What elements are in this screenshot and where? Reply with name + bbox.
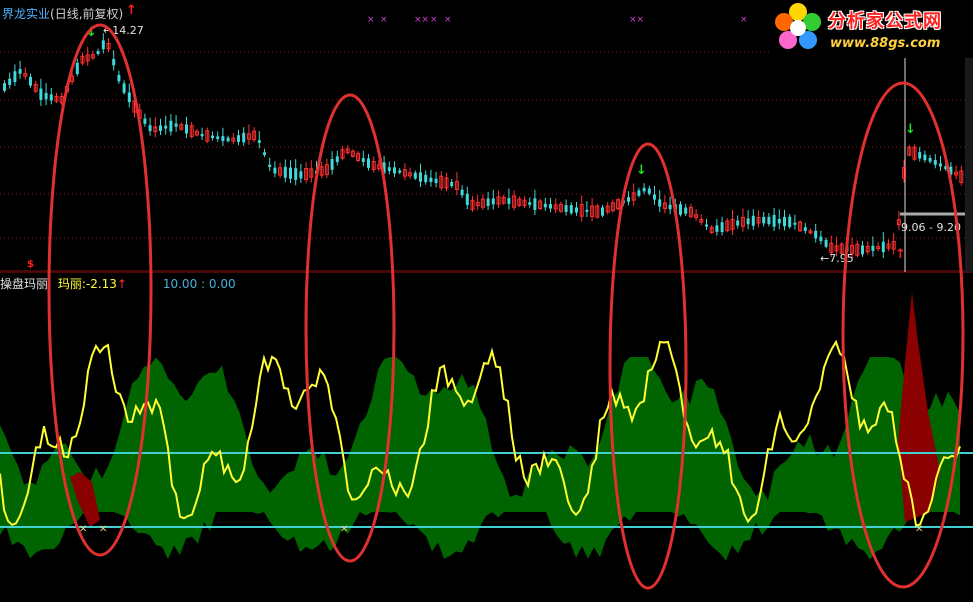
low-price-label: ←7.95 (820, 252, 854, 265)
red-up-arrow-icon: ↑ (126, 3, 137, 18)
red-up-arrow-icon: ↑ (895, 247, 906, 262)
signal-x-icon: ×× (414, 15, 430, 25)
signal-x-icon: × (430, 15, 438, 25)
price-range-label: 9.06 - 9.20 (901, 221, 961, 234)
indicator-title: 操盘玛丽 玛丽:-2.13↑ 10.00 : 0.00 (0, 275, 236, 292)
site-logo: 分析家公式网 www.88gs.com (770, 0, 973, 58)
star-marker-icon: ✕ (915, 524, 924, 535)
star-marker-icon: ✕ (79, 524, 88, 535)
signal-x-icon: × (444, 15, 452, 25)
flower-logo-icon (775, 3, 821, 49)
stock-name: 界龙实业 (2, 7, 51, 21)
indicator-name: 操盘玛丽 (0, 277, 49, 291)
indicator-chart-canvas[interactable] (0, 272, 973, 602)
indicator-value: 玛丽:-2.13↑ (57, 277, 128, 291)
signal-x-icon: × (380, 15, 388, 25)
star-marker-icon: ✕ (340, 524, 349, 535)
star-marker-icon: ✕ (99, 524, 108, 535)
red-marker-icon: $ (27, 259, 34, 270)
indicator-reference: 10.00 : 0.00 (162, 277, 236, 291)
chart-title: 界龙实业(日线,前复权) (2, 5, 123, 22)
signal-x-icon: × (740, 15, 748, 25)
logo-name: 分析家公式网 (828, 11, 942, 32)
period-label: (日线,前复权) (50, 7, 124, 21)
high-price-label: ←14.27 (103, 24, 144, 37)
indicator-chart[interactable] (0, 272, 973, 602)
logo-url: www.88gs.com (830, 36, 941, 51)
signal-x-icon: × (367, 15, 375, 25)
green-down-arrow-icon: ↓ (905, 122, 916, 137)
green-down-arrow-icon: ↓ (636, 163, 647, 178)
signal-x-icon: ×× (629, 15, 645, 25)
green-down-arrow-icon: ↓ (86, 25, 97, 40)
